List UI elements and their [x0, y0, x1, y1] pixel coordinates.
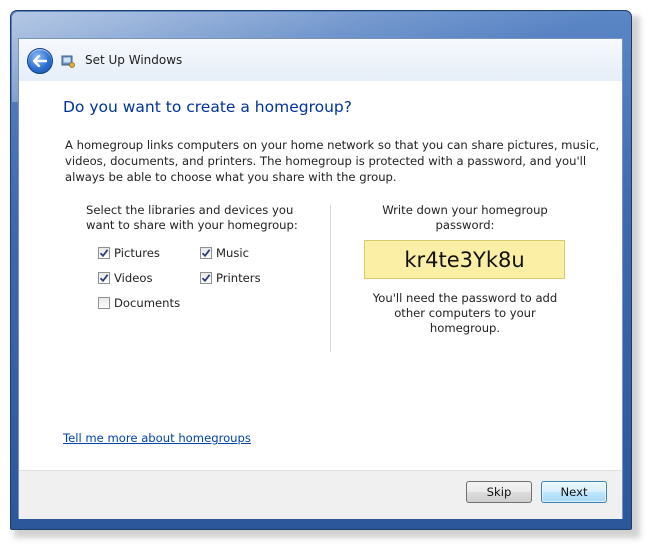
libraries-label: Select the libraries and devices you wan…: [86, 203, 298, 232]
next-button[interactable]: Next: [541, 481, 607, 503]
checkbox-label: Videos: [114, 271, 153, 285]
checkbox-label: Documents: [114, 296, 181, 310]
setup-windows-icon: [61, 55, 75, 68]
checkmark-icon: [201, 249, 211, 258]
help-link[interactable]: Tell me more about homegroups: [63, 431, 251, 445]
intro-text: A homegroup links computers on your home…: [65, 138, 600, 184]
password-note: You'll need the password to add other co…: [372, 291, 558, 335]
checkmark-icon: [201, 274, 211, 283]
checkbox-label: Pictures: [114, 246, 160, 260]
window-title: Set Up Windows: [85, 53, 183, 67]
checkbox-box[interactable]: [200, 272, 212, 284]
checkmark-icon: [99, 249, 109, 258]
checkbox-label: Music: [216, 246, 249, 260]
back-button[interactable]: [27, 48, 53, 74]
checkbox-box[interactable]: [98, 297, 110, 309]
page-heading: Do you want to create a homegroup?: [63, 98, 352, 116]
password-label: Write down your homegroup password:: [382, 203, 548, 232]
checkbox-documents[interactable]: Documents: [98, 296, 180, 310]
column-divider: [330, 205, 331, 352]
checkbox-pictures[interactable]: Pictures: [98, 246, 160, 260]
checkmark-icon: [99, 274, 109, 283]
back-arrow-icon: [33, 55, 47, 67]
checkbox-videos[interactable]: Videos: [98, 271, 153, 285]
checkbox-box[interactable]: [200, 247, 212, 259]
checkbox-label: Printers: [216, 271, 261, 285]
checkbox-music[interactable]: Music: [200, 246, 249, 260]
checkbox-box[interactable]: [98, 247, 110, 259]
checkbox-printers[interactable]: Printers: [200, 271, 261, 285]
checkbox-box[interactable]: [98, 272, 110, 284]
password-display: kr4te3Yk8u: [364, 240, 565, 279]
skip-button[interactable]: Skip: [466, 481, 532, 503]
